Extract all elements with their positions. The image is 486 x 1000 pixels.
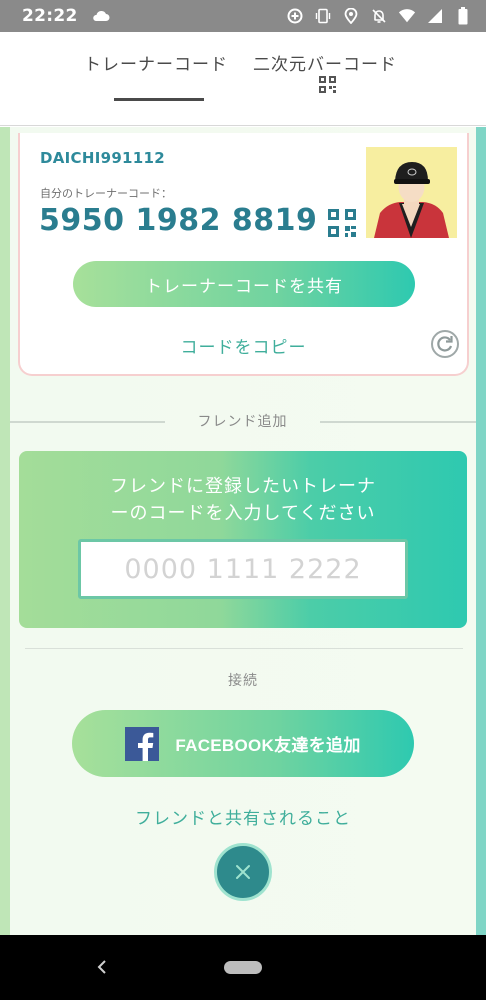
avatar [366, 147, 457, 238]
facebook-icon [125, 726, 160, 761]
qr-code-icon[interactable] [328, 209, 356, 237]
data-saver-icon [286, 7, 304, 25]
status-bar: 22:22 [0, 0, 486, 32]
friend-add-divider: フレンド追加 [10, 409, 476, 433]
cloud-icon [92, 7, 110, 25]
copy-code-link[interactable]: コードをコピー [20, 333, 467, 358]
friend-code-input[interactable] [81, 542, 405, 596]
wifi-icon [398, 7, 416, 25]
notifications-off-icon [370, 7, 388, 25]
trainer-code-caption: 自分のトレーナーコード： [40, 187, 172, 200]
connect-divider [25, 648, 463, 649]
close-button[interactable] [214, 843, 272, 901]
back-icon[interactable] [94, 955, 110, 979]
trainer-code-page[interactable]: DAICHI991112 自分のトレーナーコード： 5950 1982 8819 [0, 127, 486, 935]
friend-add-heading: フレンド追加 [197, 414, 288, 430]
active-tab-indicator [114, 98, 204, 101]
friend-code-field[interactable] [78, 539, 408, 599]
tab-trainer-code[interactable]: トレーナーコード [84, 50, 228, 75]
trainer-name: DAICHI991112 [40, 149, 166, 167]
instruction-line-2: ーのコードを入力してください [110, 503, 376, 524]
tabs-header: トレーナーコード 二次元バーコード [0, 32, 486, 126]
system-navigation-bar [0, 935, 486, 1000]
friend-add-instruction: フレンドに登録したいトレーナ ーのコードを入力してください [19, 473, 467, 527]
facebook-add-friends-button[interactable]: FACEBOOK友達を追加 [72, 710, 414, 777]
divider-line [10, 421, 165, 423]
signal-icon [426, 7, 444, 25]
instruction-line-1: フレンドに登録したいトレーナ [110, 476, 376, 497]
close-icon [236, 865, 250, 879]
battery-icon [454, 7, 472, 25]
trainer-code: 5950 1982 8819 [39, 203, 318, 238]
tab-qr-code[interactable]: 二次元バーコード [253, 50, 397, 75]
profile-card: DAICHI991112 自分のトレーナーコード： 5950 1982 8819 [18, 133, 469, 376]
connect-heading: 接続 [228, 673, 258, 689]
divider-line [320, 421, 476, 423]
refresh-icon[interactable] [430, 329, 460, 359]
location-icon [342, 7, 360, 25]
facebook-button-label: FACEBOOK友達を追加 [175, 736, 361, 755]
share-trainer-code-button[interactable]: トレーナーコードを共有 [73, 261, 415, 307]
status-time: 22:22 [22, 6, 78, 26]
shared-with-friends-link[interactable]: フレンドと共有されること [0, 804, 486, 829]
friend-add-panel: フレンドに登録したいトレーナ ーのコードを入力してください [19, 451, 467, 628]
qr-code-icon[interactable] [319, 76, 336, 93]
home-pill-button[interactable] [224, 961, 262, 974]
vibrate-icon [314, 7, 332, 25]
